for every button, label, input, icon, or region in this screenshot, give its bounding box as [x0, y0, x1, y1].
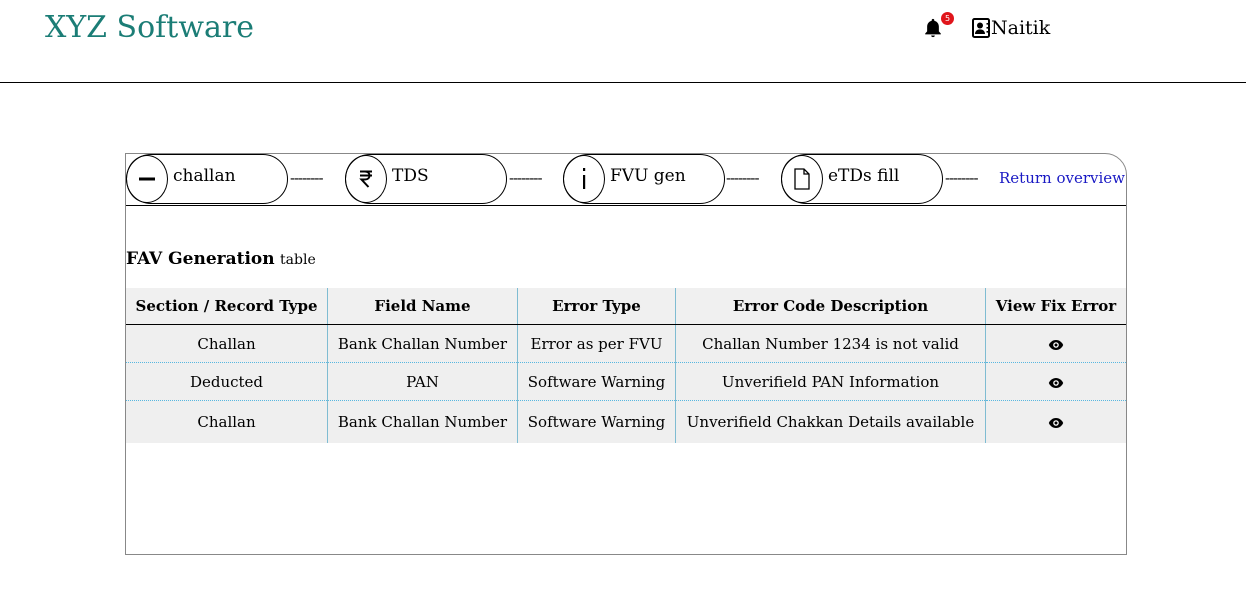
- fav-generation-table: Section / Record Type Field Name Error T…: [126, 288, 1126, 443]
- file-icon: [781, 155, 823, 203]
- cell-view-fix: [985, 400, 1126, 443]
- rupee-icon: [345, 155, 387, 203]
- notification-count-badge: 5: [941, 12, 954, 25]
- cell-error-description: Unverifield PAN Information: [675, 362, 986, 401]
- table-title-suffix: table: [280, 252, 316, 268]
- step-connector: --------: [945, 169, 979, 187]
- cell-field-name: PAN: [327, 362, 518, 401]
- step-tds[interactable]: TDS: [345, 154, 507, 204]
- step-label: eTDs fill: [828, 166, 900, 186]
- table-row: Challan Bank Challan Number Error as per…: [126, 324, 1126, 363]
- view-eye-icon[interactable]: [1048, 377, 1064, 389]
- cell-section: Deducted: [126, 362, 328, 401]
- step-connector: --------: [726, 169, 760, 187]
- main-panel: challan -------- TDS -------- FVU gen --…: [125, 153, 1127, 555]
- step-label: FVU gen: [610, 166, 686, 186]
- table-row: Challan Bank Challan Number Software War…: [126, 400, 1126, 443]
- column-header-section: Section / Record Type: [126, 288, 328, 325]
- cell-view-fix: [985, 324, 1126, 363]
- user-menu[interactable]: Naitik: [972, 17, 1050, 39]
- cell-view-fix: [985, 362, 1126, 401]
- step-fvu-gen[interactable]: FVU gen: [563, 154, 725, 204]
- table-title: FAV Generation table: [126, 249, 316, 269]
- top-header: XYZ Software 5 Naitik: [0, 0, 1246, 83]
- table-header-row: Section / Record Type Field Name Error T…: [126, 288, 1126, 325]
- view-eye-icon[interactable]: [1048, 417, 1064, 429]
- step-challan[interactable]: challan: [126, 154, 288, 204]
- user-name: Naitik: [991, 17, 1051, 39]
- progress-steps: challan -------- TDS -------- FVU gen --…: [126, 154, 1126, 206]
- brand-logo[interactable]: XYZ Software: [45, 10, 254, 45]
- column-header-error-description: Error Code Description: [675, 288, 986, 325]
- step-label: challan: [173, 166, 236, 186]
- column-header-field-name: Field Name: [327, 288, 518, 325]
- cell-error-type: Software Warning: [517, 362, 676, 401]
- step-connector: --------: [290, 169, 324, 187]
- step-etds-fill[interactable]: eTDs fill: [781, 154, 943, 204]
- cell-field-name: Bank Challan Number: [327, 400, 518, 443]
- cell-field-name: Bank Challan Number: [327, 324, 518, 363]
- cell-error-type: Software Warning: [517, 400, 676, 443]
- column-header-view-fix-error: View Fix Error: [985, 288, 1126, 325]
- step-label: TDS: [392, 166, 429, 186]
- cell-error-type: Error as per FVU: [517, 324, 676, 363]
- info-icon: [563, 155, 605, 203]
- column-header-error-type: Error Type: [517, 288, 676, 325]
- cell-section: Challan: [126, 400, 328, 443]
- view-eye-icon[interactable]: [1048, 339, 1064, 351]
- minus-icon: [126, 155, 168, 203]
- user-profile-icon: [972, 18, 990, 38]
- cell-error-description: Challan Number 1234 is not valid: [675, 324, 986, 363]
- cell-error-description: Unverifield Chakkan Details available: [675, 400, 986, 443]
- table-title-bold: FAV Generation: [126, 249, 275, 269]
- step-connector: --------: [509, 169, 543, 187]
- return-overview-link[interactable]: Return overview: [999, 169, 1125, 187]
- table-row: Deducted PAN Software Warning Unverifiel…: [126, 362, 1126, 401]
- cell-section: Challan: [126, 324, 328, 363]
